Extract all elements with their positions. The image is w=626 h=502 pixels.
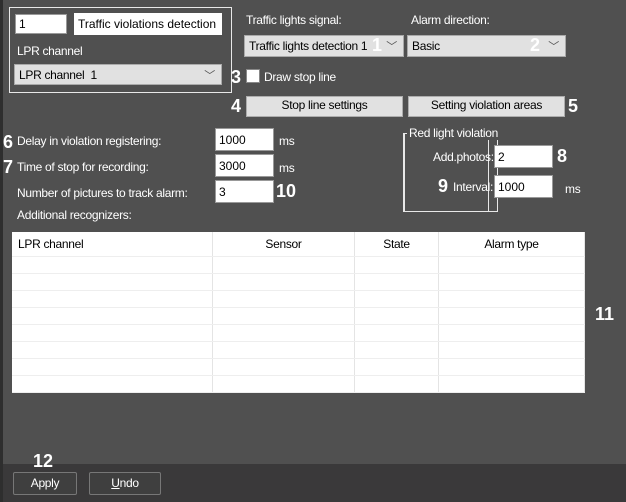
red-light-border <box>403 133 498 212</box>
draw-stop-line-label: Draw stop line <box>264 70 336 84</box>
callout-12: 12 <box>33 451 54 471</box>
stop-time-unit: ms <box>279 161 295 175</box>
callout-9: 9 <box>438 176 449 196</box>
table-header: LPR channel Sensor State Alarm type <box>12 232 585 257</box>
chevron-down-icon: ﹀ <box>548 41 559 53</box>
table-row[interactable] <box>12 341 585 359</box>
table-row[interactable] <box>12 358 585 376</box>
table-row[interactable] <box>12 256 585 274</box>
alarm-direction-value: Basic <box>412 39 440 53</box>
alarm-direction-label: Alarm direction: <box>411 13 490 27</box>
traffic-lights-label: Traffic lights signal: <box>246 13 342 27</box>
callout-7: 7 <box>3 157 14 177</box>
undo-label: ndo <box>119 476 139 490</box>
draw-stop-line-checkbox[interactable] <box>246 69 260 83</box>
apply-button[interactable]: Apply <box>13 472 77 495</box>
chevron-down-icon: ﹀ <box>204 70 215 82</box>
column-header-lpr-channel[interactable]: LPR channel <box>12 232 213 257</box>
callout-8: 8 <box>557 146 568 166</box>
chevron-down-icon: ﹀ <box>386 41 397 53</box>
column-header-sensor[interactable]: Sensor <box>212 232 355 257</box>
interval-unit: ms <box>565 182 581 196</box>
add-photos-input[interactable] <box>494 145 553 168</box>
red-light-title: Red light violation <box>407 126 501 140</box>
table-row[interactable] <box>12 307 585 325</box>
interval-input[interactable] <box>494 175 553 198</box>
stop-time-label: Time of stop for recording: <box>17 160 149 174</box>
interval-label: Interval: <box>453 180 493 194</box>
additional-recognizers-label: Additional recognizers: <box>17 208 132 222</box>
traffic-lights-value: Traffic lights detection 1 <box>249 39 368 53</box>
delay-unit: ms <box>279 134 295 148</box>
column-header-alarm-type[interactable]: Alarm type <box>438 232 585 257</box>
callout-5: 5 <box>568 96 579 116</box>
callout-2: 2 <box>530 35 541 55</box>
pictures-input[interactable] <box>215 180 274 203</box>
callout-11: 11 <box>595 304 615 324</box>
alarm-direction-select[interactable]: Basic ﹀ <box>407 35 566 57</box>
left-border <box>0 0 3 502</box>
table-row[interactable] <box>12 290 585 308</box>
add-photos-label: Add.photos: <box>433 150 494 164</box>
delay-input[interactable] <box>215 128 274 151</box>
recognizers-table[interactable]: LPR channel Sensor State Alarm type <box>12 232 585 393</box>
callout-3: 3 <box>231 67 242 87</box>
column-header-state[interactable]: State <box>354 232 439 257</box>
table-row[interactable] <box>12 375 585 393</box>
object-id-input[interactable] <box>15 14 67 34</box>
table-row[interactable] <box>12 273 585 291</box>
callout-6: 6 <box>3 132 14 152</box>
pictures-label: Number of pictures to track alarm: <box>17 186 188 200</box>
lpr-channel-value: LPR channel 1 <box>19 68 97 82</box>
lpr-channel-select[interactable]: LPR channel 1 ﹀ <box>14 64 222 85</box>
table-row[interactable] <box>12 324 585 342</box>
undo-mnemonic: U <box>111 476 120 490</box>
lpr-channel-label: LPR channel <box>17 44 83 58</box>
stop-line-settings-button[interactable]: Stop line settings <box>246 96 403 117</box>
object-name-input[interactable] <box>74 13 222 35</box>
callout-1: 1 <box>372 35 383 55</box>
violation-areas-button[interactable]: Setting violation areas <box>408 96 565 117</box>
callout-10: 10 <box>276 181 297 201</box>
stop-time-input[interactable] <box>215 154 274 177</box>
undo-button[interactable]: Undo <box>89 472 161 495</box>
delay-label: Delay in violation registering: <box>17 134 162 148</box>
callout-4: 4 <box>231 96 242 116</box>
